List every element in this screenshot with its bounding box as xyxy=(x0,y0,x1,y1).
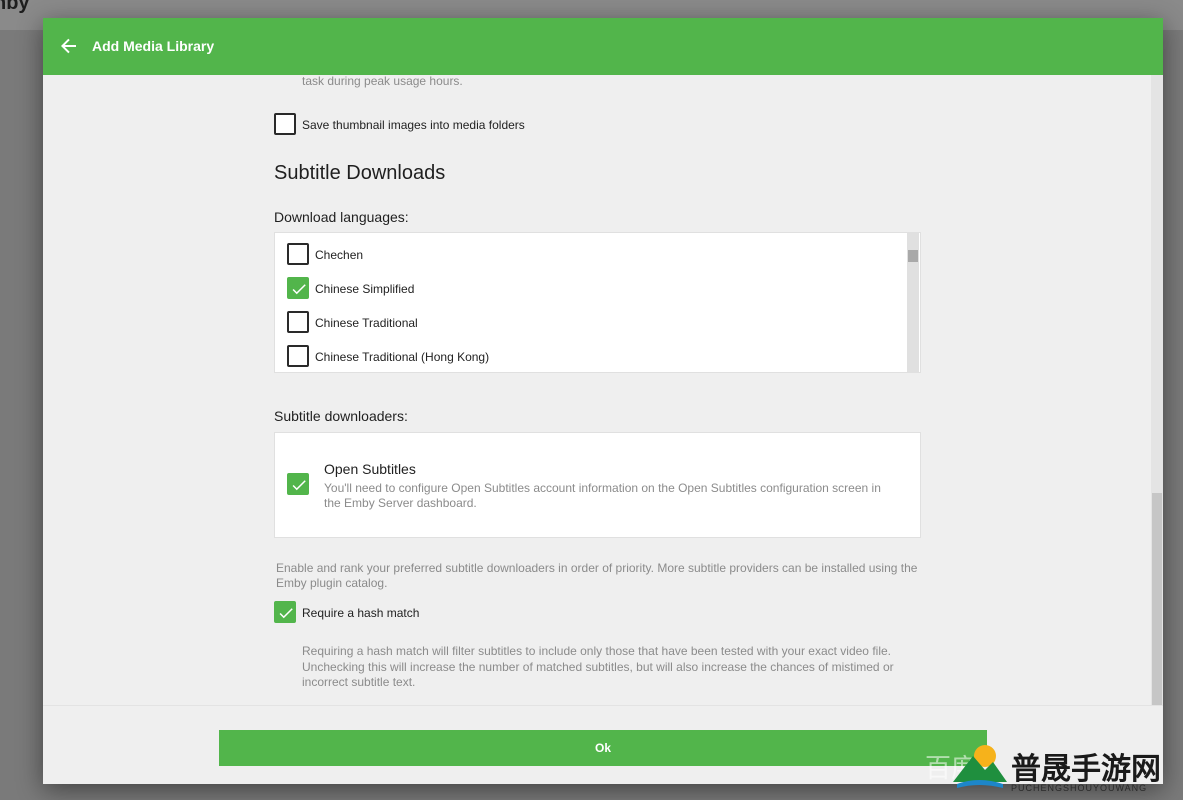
save-thumbnails-label: Save thumbnail images into media folders xyxy=(302,118,525,132)
top-help-text: task during peak usage hours. xyxy=(302,75,463,88)
check-icon xyxy=(292,480,306,491)
watermark-sub-text: PUCHENGSHOUYOUWANG xyxy=(1011,783,1148,793)
mountain-logo-icon xyxy=(953,745,1007,788)
subtitle-downloaders-list: Open Subtitles You'll need to configure … xyxy=(274,432,921,538)
download-languages-list[interactable]: Chechen Chinese Simplified Chinese Tradi… xyxy=(274,232,921,373)
check-icon xyxy=(292,284,306,295)
save-thumbnails-checkbox[interactable] xyxy=(274,113,296,135)
subtitle-downloads-heading: Subtitle Downloads xyxy=(274,162,446,184)
back-button[interactable] xyxy=(57,34,81,58)
dialog-scrollbar-thumb[interactable] xyxy=(1152,493,1162,705)
language-checkbox-chinese-simplified[interactable] xyxy=(287,277,309,299)
download-languages-label: Download languages: xyxy=(274,209,409,225)
add-media-library-dialog: Add Media Library task during peak usage… xyxy=(43,18,1163,784)
languages-scrollbar[interactable] xyxy=(907,233,919,372)
hash-match-checkbox[interactable] xyxy=(274,601,296,623)
dialog-scrollbar[interactable] xyxy=(1151,75,1163,705)
dialog-title: Add Media Library xyxy=(92,38,215,54)
hash-match-help-line2: Unchecking this will increase the number… xyxy=(302,660,894,674)
downloader-name: Open Subtitles xyxy=(324,461,416,477)
watermark-main-text: 普晟手游网 xyxy=(1011,752,1161,787)
downloader-description-line2: the Emby Server dashboard. xyxy=(324,496,477,510)
downloaders-help-line1: Enable and rank your preferred subtitle … xyxy=(276,561,918,575)
dialog-header: Add Media Library xyxy=(43,18,1163,75)
language-label: Chinese Traditional (Hong Kong) xyxy=(315,350,490,364)
check-icon xyxy=(279,608,293,619)
downloader-description-line1: You'll need to configure Open Subtitles … xyxy=(324,481,881,495)
hash-match-help-line1: Requiring a hash match will filter subti… xyxy=(302,644,891,658)
watermark: 百度 普晟手游网 PUCHENGSHOUYOUWANG xyxy=(925,740,1183,800)
ok-button[interactable]: Ok xyxy=(219,730,987,766)
language-checkbox-chechen[interactable] xyxy=(287,243,309,265)
dialog-content: task during peak usage hours. Save thumb… xyxy=(43,75,1153,705)
arrow-left-icon xyxy=(61,38,76,54)
language-checkbox-chinese-traditional[interactable] xyxy=(287,311,309,333)
hash-match-label: Require a hash match xyxy=(302,606,420,620)
language-label: Chinese Traditional xyxy=(315,316,418,330)
language-checkbox-chinese-traditional-hong-kong[interactable] xyxy=(287,345,309,367)
downloaders-help-line2: Emby plugin catalog. xyxy=(276,576,388,590)
open-subtitles-checkbox[interactable] xyxy=(287,473,309,495)
hash-match-help-line3: incorrect subtitle text. xyxy=(302,675,416,689)
languages-scrollbar-thumb[interactable] xyxy=(908,250,918,262)
language-label: Chechen xyxy=(315,248,364,262)
language-label: Chinese Simplified xyxy=(315,282,415,296)
app-logo: nby xyxy=(0,0,30,14)
subtitle-downloaders-label: Subtitle downloaders: xyxy=(274,408,408,424)
